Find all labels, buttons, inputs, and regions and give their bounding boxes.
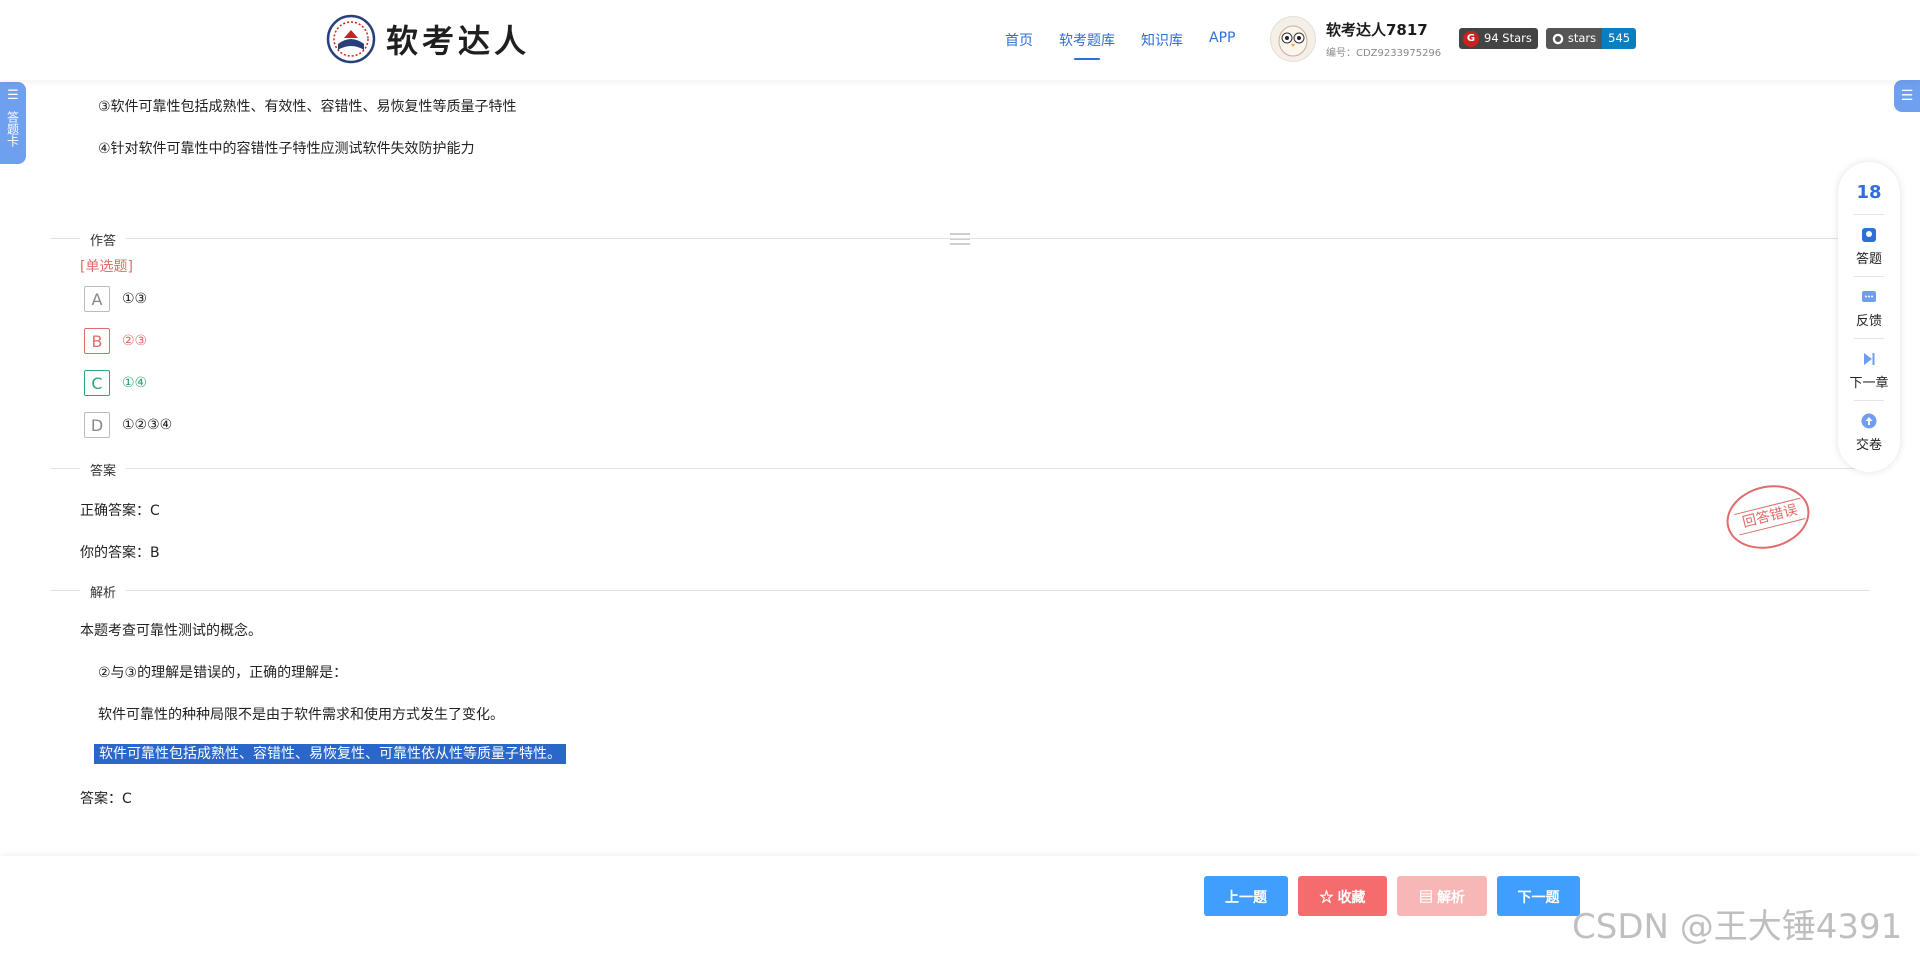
option-letter: D xyxy=(84,412,110,438)
gitee-icon: G xyxy=(1463,30,1479,47)
github-stars-label: stars xyxy=(1567,31,1597,45)
logo-text: 软考达人 xyxy=(386,22,531,60)
favorite-label: 收藏 xyxy=(1337,889,1366,905)
nav-home[interactable]: 首页 xyxy=(1005,30,1033,50)
gitee-stars-badge[interactable]: G 94 Stars xyxy=(1459,28,1538,49)
option-c[interactable]: C ①④ xyxy=(84,370,147,396)
answer-section-label: 作答 xyxy=(80,230,127,249)
analysis-section-label: 解析 xyxy=(80,582,127,601)
divider xyxy=(1854,276,1884,277)
option-text: ①②③④ xyxy=(122,417,173,433)
highlighted-text: 软件可靠性包括成熟性、容错性、易恢复性、可靠性依从性等质量子特性。 xyxy=(94,744,566,764)
section-divider xyxy=(50,590,1870,591)
panel-submit-button[interactable]: 交卷 xyxy=(1838,412,1900,453)
nav-knowledge[interactable]: 知识库 xyxy=(1141,30,1183,50)
option-d[interactable]: D ①②③④ xyxy=(84,412,172,438)
floating-panel: 18 答题 反馈 下一章 交卷 xyxy=(1838,162,1900,472)
divider xyxy=(1854,338,1884,339)
analysis-line: 本题考查可靠性测试的概念。 xyxy=(80,623,262,639)
user-name: 软考达人7817 xyxy=(1326,21,1428,39)
nav-question-bank[interactable]: 软考题库 xyxy=(1059,30,1115,60)
nav-app[interactable]: APP xyxy=(1209,30,1235,50)
logo-emblem-icon xyxy=(326,14,376,64)
github-stars-count: 545 xyxy=(1602,28,1637,49)
analysis-answer: 答案：C xyxy=(80,791,132,807)
statement-3: ③软件可靠性包括成熟性、有效性、容错性、易恢复性等质量子特性 xyxy=(98,99,517,115)
user-id: 编号：CDZ9233975296 xyxy=(1326,48,1442,59)
feedback-icon xyxy=(1860,288,1878,306)
favorite-button[interactable]: ☆ 收藏 xyxy=(1298,876,1387,916)
question-type-tag: [单选题] xyxy=(80,259,133,275)
prev-question-button[interactable]: 上一题 xyxy=(1204,876,1288,916)
analysis-line: ②与③的理解是错误的，正确的理解是： xyxy=(98,665,348,681)
option-a[interactable]: A ①③ xyxy=(84,286,147,312)
star-icon: ☆ xyxy=(1319,889,1334,905)
repo-badges: G 94 Stars stars 545 xyxy=(1459,28,1637,49)
option-letter: A xyxy=(84,286,110,312)
upload-arrow-icon xyxy=(1860,412,1878,430)
analysis-line: 软件可靠性的种种局限不是由于软件需求和使用方式发生了变化。 xyxy=(98,707,504,723)
option-text: ②③ xyxy=(122,333,148,349)
option-text: ①③ xyxy=(122,291,148,307)
correct-answer: 正确答案：C xyxy=(80,503,160,519)
top-header: 软考达人 首页 软考题库 知识库 APP 软考达人7817 编号：CDZ9233… xyxy=(0,0,1920,80)
section-divider xyxy=(50,468,1870,469)
avatar[interactable] xyxy=(1270,16,1316,62)
site-logo[interactable]: 软考达人 xyxy=(326,14,530,64)
section-divider xyxy=(50,238,1870,239)
panel-answer-button[interactable]: 答题 xyxy=(1838,226,1900,267)
panel-feedback-button[interactable]: 反馈 xyxy=(1838,288,1900,329)
github-stars-badge[interactable]: stars 545 xyxy=(1545,28,1637,49)
answer-icon xyxy=(1860,226,1878,244)
owl-avatar-icon xyxy=(1278,25,1308,57)
panel-feedback-label: 反馈 xyxy=(1855,314,1882,329)
divider xyxy=(1854,400,1884,401)
github-icon xyxy=(1552,33,1564,44)
next-question-button[interactable]: 下一题 xyxy=(1497,876,1580,916)
divider xyxy=(1854,214,1884,215)
document-icon: ▤ xyxy=(1419,889,1434,905)
skip-next-icon xyxy=(1860,350,1878,368)
option-text: ①④ xyxy=(122,375,148,391)
wrong-answer-stamp: 回答错误 xyxy=(1719,476,1817,558)
option-letter: B xyxy=(84,328,110,354)
user-profile[interactable]: 软考达人7817 编号：CDZ9233975296 xyxy=(1270,16,1441,62)
drag-handle-icon[interactable] xyxy=(950,230,970,248)
question-count: 18 xyxy=(1856,182,1882,203)
gitee-stars-text: 94 Stars xyxy=(1484,31,1532,45)
panel-next-chapter-button[interactable]: 下一章 xyxy=(1838,350,1900,391)
option-letter: C xyxy=(84,370,110,396)
analysis-line-highlighted: 软件可靠性包括成熟性、容错性、易恢复性、可靠性依从性等质量子特性。 xyxy=(94,743,566,764)
panel-answer-label: 答题 xyxy=(1855,252,1882,267)
main-nav: 首页 软考题库 知识库 APP xyxy=(1005,30,1235,60)
csdn-watermark: CSDN @王大锤4391 xyxy=(1572,907,1903,947)
panel-next-chapter-label: 下一章 xyxy=(1849,376,1889,391)
stamp-ring: 回答错误 xyxy=(1719,476,1817,558)
question-content: ③软件可靠性包括成熟性、有效性、容错性、易恢复性等质量子特性 ④针对软件可靠性中… xyxy=(0,80,1920,832)
analysis-button[interactable]: ▤ 解析 xyxy=(1397,876,1487,916)
your-answer: 你的答案：B xyxy=(80,545,160,561)
panel-submit-label: 交卷 xyxy=(1855,438,1882,453)
answer-result-label: 答案 xyxy=(80,460,127,479)
stamp-text: 回答错误 xyxy=(1734,497,1806,536)
option-b[interactable]: B ②③ xyxy=(84,328,147,354)
analysis-label: 解析 xyxy=(1436,889,1465,905)
statement-4: ④针对软件可靠性中的容错性子特性应测试软件失效防护能力 xyxy=(98,141,475,157)
